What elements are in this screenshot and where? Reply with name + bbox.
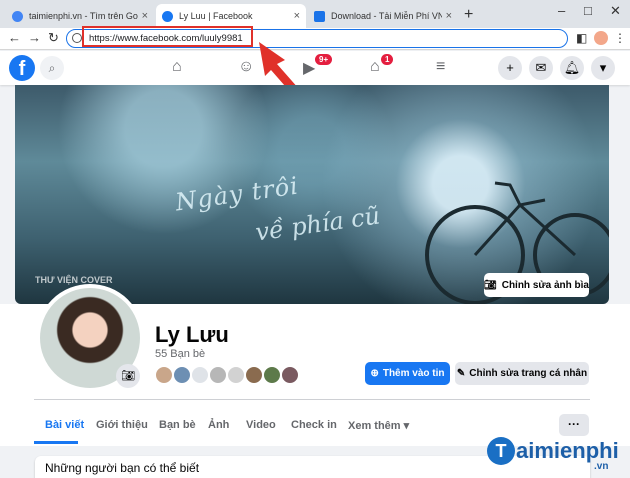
tab-about[interactable]: Giới thiệu (96, 419, 148, 431)
friend-avatar[interactable] (244, 365, 264, 385)
taimienphi-suffix: .vn (594, 461, 609, 472)
new-tab-button[interactable]: + (464, 6, 473, 24)
friend-avatar[interactable] (172, 365, 192, 385)
cover-caption: Ngày trôi (173, 171, 301, 217)
browser-tab-bar: taimienphi.vn - Tìm trên Google × Ly Luu… (0, 0, 630, 28)
taimienphi-logo-icon: T (487, 437, 515, 465)
tab-checkin[interactable]: Check in (291, 419, 337, 431)
people-you-may-know-title: Những người bạn có thể biết (45, 461, 200, 475)
edit-cover-button[interactable]: 📷︎ Chỉnh sửa ảnh bìa (484, 273, 589, 297)
add-story-button[interactable]: ⊕ Thêm vào tin (365, 362, 450, 385)
add-story-label: Thêm vào tin (382, 368, 445, 379)
google-icon (12, 10, 23, 22)
tab-posts[interactable]: Bài viết (45, 419, 84, 431)
friend-avatar[interactable] (190, 365, 210, 385)
minimize-icon[interactable]: – (558, 3, 565, 18)
tab-video[interactable]: Video (246, 419, 276, 431)
tab-title: Download - Tải Miễn Phí VN - Ph (331, 11, 442, 21)
friend-avatar[interactable] (208, 365, 228, 385)
window-close-icon[interactable]: ✕ (610, 3, 621, 19)
menu-icon[interactable]: ≡ (436, 58, 445, 76)
reload-icon[interactable]: ↻ (48, 30, 59, 46)
tab-facebook[interactable]: Ly Luu | Facebook × (156, 4, 306, 28)
cover-watermark: THƯ VIỆN COVER (35, 275, 113, 285)
menu-kebab-icon[interactable]: ⋮ (614, 31, 626, 45)
forward-icon[interactable]: → (28, 30, 41, 45)
more-options-button[interactable]: ··· (559, 414, 589, 436)
tab-google[interactable]: taimienphi.vn - Tìm trên Google × (6, 4, 154, 28)
facebook-icon (162, 10, 173, 22)
friend-avatar[interactable] (262, 365, 282, 385)
cover-photo[interactable]: Ngày trôi về phía cũ THƯ VIỆN COVER (15, 85, 609, 304)
caret-down-icon: ▾ (403, 420, 410, 432)
divider (34, 399, 590, 400)
tab-title: taimienphi.vn - Tìm trên Google (29, 11, 138, 21)
sidepanel-icon[interactable]: ◧ (576, 31, 587, 45)
camera-icon: 📷︎ (484, 279, 497, 291)
friend-avatar[interactable] (226, 365, 246, 385)
account-chevron-icon[interactable]: ▾ (591, 56, 615, 80)
friends-icon[interactable]: ☺ (238, 58, 254, 76)
url-highlight-box (82, 26, 253, 47)
tab-photos[interactable]: Ảnh (208, 419, 229, 431)
tab-download[interactable]: Download - Tải Miễn Phí VN - Ph × (308, 4, 458, 28)
facebook-logo[interactable]: f (9, 55, 35, 81)
marketplace-badge: 1 (381, 54, 394, 65)
taimienphi-icon (314, 10, 325, 22)
friend-avatar[interactable] (280, 365, 300, 385)
camera-icon[interactable]: 📷︎ (116, 364, 140, 388)
pencil-icon: ✎ (456, 368, 466, 379)
close-icon[interactable]: × (446, 10, 452, 22)
create-icon[interactable]: + (498, 56, 522, 80)
search-icon[interactable]: ⌕ (40, 56, 64, 80)
edit-profile-button[interactable]: ✎ Chỉnh sửa trang cá nhân (455, 362, 589, 385)
notifications-icon[interactable]: 🔔︎ (560, 56, 584, 80)
messenger-icon[interactable]: ✉ (529, 56, 553, 80)
back-icon[interactable]: ← (8, 30, 21, 45)
close-icon[interactable]: × (294, 10, 300, 22)
friend-avatar[interactable] (154, 365, 174, 385)
tab-title: Ly Luu | Facebook (179, 11, 253, 21)
maximize-icon[interactable]: □ (584, 3, 592, 18)
marketplace-icon[interactable]: ⌂ (370, 58, 380, 76)
home-icon[interactable]: ⌂ (172, 58, 182, 76)
profile-name: Ly Lưu (155, 322, 229, 347)
plus-circle-icon: ⊕ (370, 368, 379, 379)
edit-cover-label: Chỉnh sửa ảnh bìa (501, 279, 589, 291)
site-info-icon[interactable] (72, 33, 82, 43)
cover-caption: về phía cũ (253, 201, 382, 247)
tab-more[interactable]: Xem thêm ▾ (348, 419, 409, 432)
profile-avatar-icon[interactable] (594, 31, 608, 45)
close-icon[interactable]: × (142, 10, 148, 22)
active-tab-indicator (34, 441, 78, 444)
friend-count[interactable]: 55 Bạn bè (155, 348, 205, 360)
tab-more-label: Xem thêm (348, 420, 401, 432)
tab-friends[interactable]: Bạn bè (159, 419, 196, 431)
edit-profile-label: Chỉnh sửa trang cá nhân (469, 368, 588, 379)
